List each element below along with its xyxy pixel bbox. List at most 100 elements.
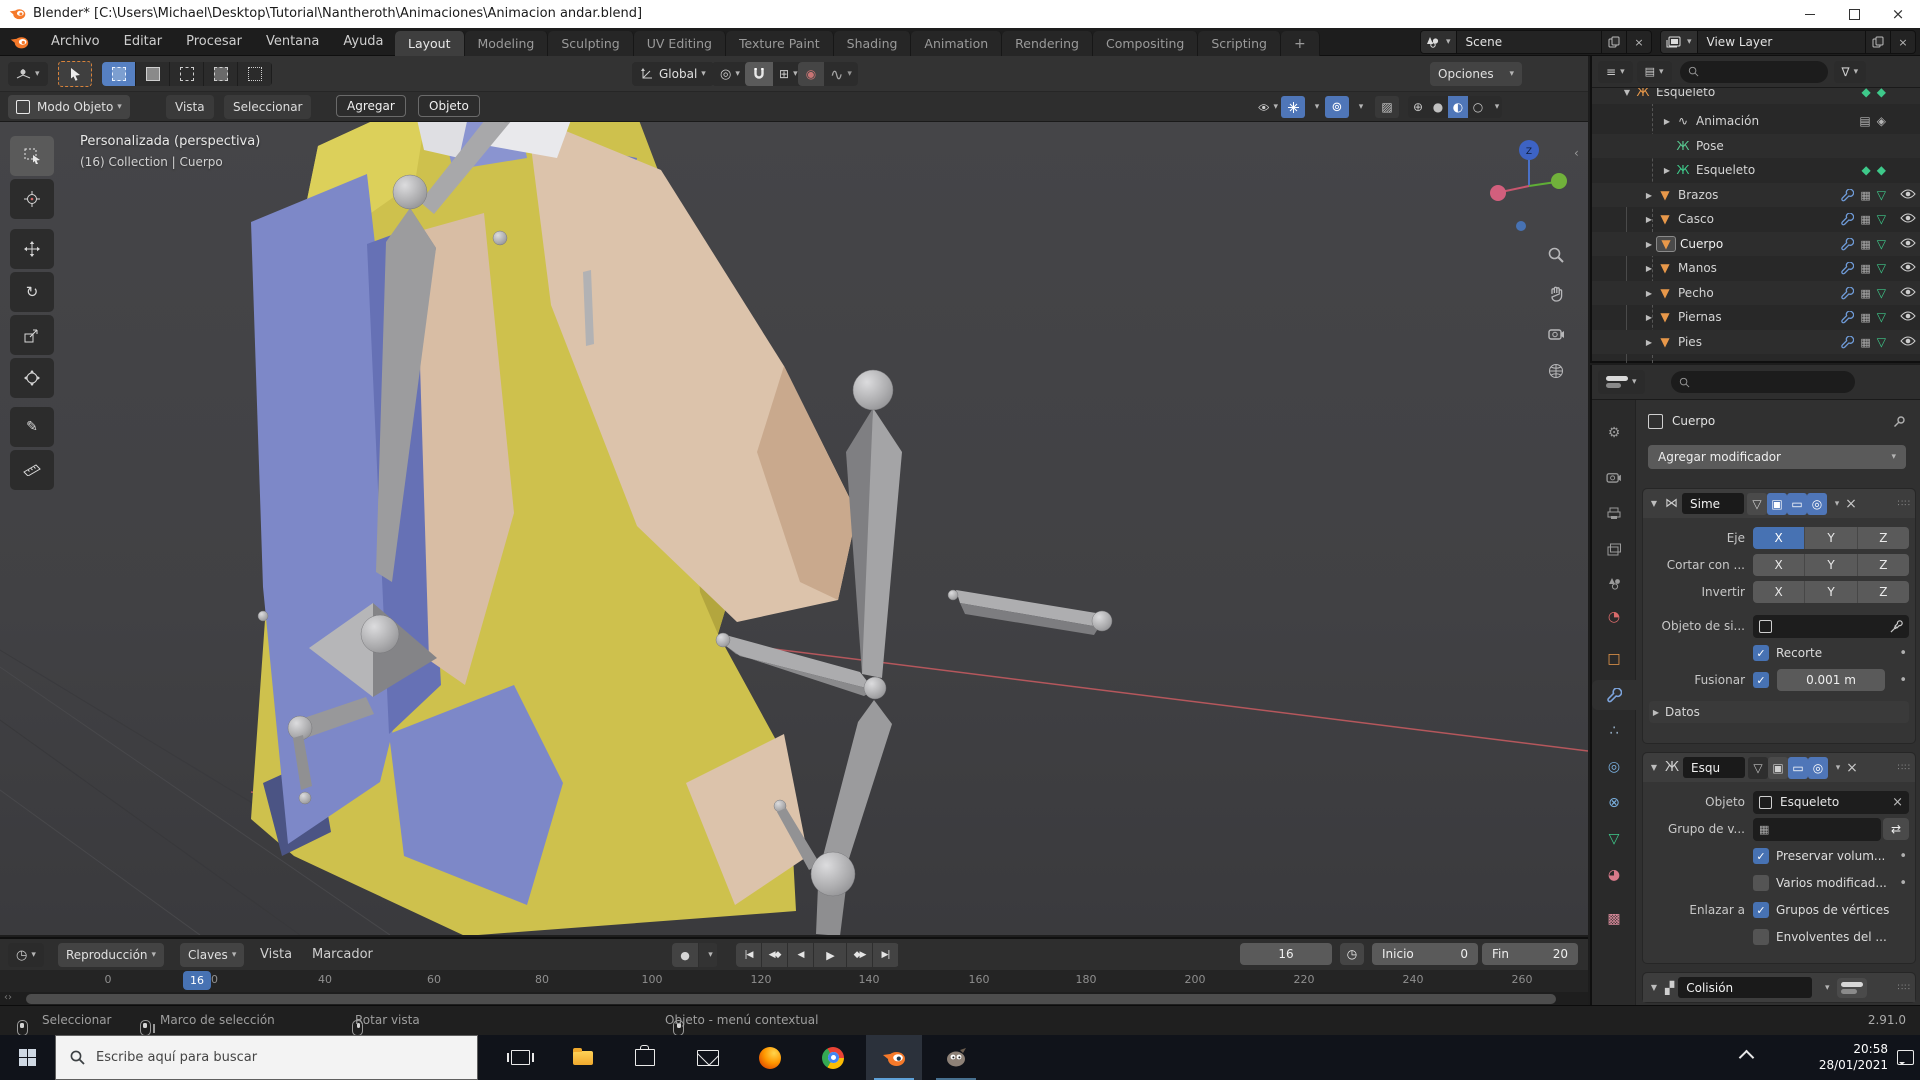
armature-extras-dropdown[interactable]: ▾ [1828, 757, 1844, 779]
outliner-row-piernas[interactable]: ▶ ▼ Piernas ▦ ▽ [1592, 305, 1920, 329]
menu-claves[interactable]: Claves▾ [180, 943, 244, 967]
armature-delete-icon[interactable]: × [1844, 757, 1860, 779]
mirror-delete-icon[interactable]: × [1843, 493, 1859, 515]
tab-animation[interactable]: Animation [911, 31, 1002, 56]
pan-hand-icon[interactable] [1541, 279, 1571, 309]
menu-agregar[interactable]: Agregar [336, 95, 406, 117]
task-view-button[interactable] [492, 1035, 548, 1080]
armature-name-field[interactable]: Esqu [1683, 757, 1745, 778]
xray-toggle[interactable]: ▨ [1375, 96, 1399, 118]
collision-toggles-icon[interactable] [1837, 978, 1867, 998]
tool-select-box[interactable] [10, 136, 54, 176]
file-explorer-button[interactable] [555, 1035, 611, 1080]
start-button[interactable] [0, 1035, 55, 1080]
tab-uv-editing[interactable]: UV Editing [634, 31, 726, 56]
tab-object-data[interactable]: ▽ [1592, 824, 1636, 854]
timeline-ruler[interactable]: 0 20 40 60 80 100 120 140 160 180 200 22… [0, 970, 1588, 992]
ortho-grid-icon[interactable] [1541, 356, 1571, 386]
current-frame-field[interactable]: 16 [1240, 943, 1332, 965]
zoom-icon[interactable] [1541, 240, 1571, 270]
flip-z-button[interactable]: Z [1858, 581, 1909, 603]
bisect-z-button[interactable]: Z [1858, 554, 1909, 576]
shading-rendered[interactable]: ○ [1468, 96, 1488, 118]
gizmos-dropdown[interactable]: ▾ [1308, 96, 1322, 118]
tab-object[interactable]: □ [1592, 644, 1636, 674]
menu-marcador[interactable]: Marcador [300, 941, 385, 967]
select-mode-extend[interactable] [136, 62, 170, 86]
menu-ayuda[interactable]: Ayuda [331, 28, 395, 56]
clear-object-icon[interactable]: × [1892, 795, 1903, 810]
scene-selector[interactable]: ▾ Scene × [1420, 30, 1652, 54]
tab-texture[interactable]: ▩ [1592, 904, 1636, 934]
select-mode-intersect[interactable] [238, 62, 272, 86]
mirror-extras-dropdown[interactable]: ▾ [1827, 493, 1843, 515]
eyedropper-icon[interactable] [1890, 620, 1903, 633]
maximize-button[interactable] [1832, 0, 1876, 28]
tray-expand-button[interactable] [1728, 1035, 1764, 1080]
tab-rendering[interactable]: Rendering [1002, 31, 1093, 56]
minimize-button[interactable] [1788, 0, 1832, 28]
tool-measure[interactable] [10, 450, 54, 490]
collision-dropdown[interactable]: ▾ [1816, 977, 1834, 999]
add-workspace-button[interactable]: + [1281, 31, 1320, 56]
proportional-falloff-dropdown[interactable]: ∿ ▾ [824, 62, 858, 86]
outliner-search-input[interactable] [1680, 61, 1828, 83]
firefox-button[interactable] [742, 1035, 798, 1080]
shading-material[interactable]: ◐ [1448, 96, 1468, 118]
tab-sculpting[interactable]: Sculpting [548, 31, 633, 56]
pin-icon[interactable] [1893, 415, 1906, 428]
taskbar-search-box[interactable]: Escribe aquí para buscar [55, 1035, 478, 1080]
record-dropdown[interactable]: ▾ [699, 943, 718, 967]
bisect-x-button[interactable]: X [1753, 554, 1805, 576]
tool-transform[interactable] [10, 358, 54, 398]
view-layer-remove-icon[interactable]: × [1890, 31, 1915, 53]
menu-reproduccion[interactable]: Reproducción▾ [58, 943, 164, 967]
merge-threshold-field[interactable]: 0.001 m [1777, 669, 1885, 691]
next-keyframe-button[interactable]: ◆▶ [847, 943, 873, 967]
menu-seleccionar[interactable]: Seleccionar [224, 95, 311, 119]
blender-menu-icon[interactable] [0, 34, 39, 50]
outliner-row-brazos[interactable]: ▶ ▼ Brazos ▦ ▽ [1592, 183, 1920, 207]
outliner-row-manos[interactable]: ▶ ▼ Manos ▦ ▽ [1592, 256, 1920, 280]
outliner-filter-dropdown[interactable]: ∇▾ [1834, 61, 1867, 83]
menu-vista-timeline[interactable]: Vista [248, 941, 304, 967]
tab-material[interactable]: ◕ [1592, 860, 1636, 890]
scene-icon[interactable]: ▾ [1421, 31, 1457, 53]
tool-rotate[interactable]: ↻ [10, 272, 54, 312]
tab-render[interactable] [1592, 462, 1636, 492]
outliner-row-armature-object[interactable]: ▼ Ж Esqueleto ◆◆ [1592, 88, 1920, 104]
tab-shading[interactable]: Shading [834, 31, 912, 56]
prev-keyframe-button[interactable]: ◀◆ [762, 943, 788, 967]
collision-name-field[interactable]: Colisión [1678, 977, 1812, 998]
viewport-canvas[interactable]: Z Personalizada (perspectiva) (16) Colle… [0, 122, 1588, 935]
armature-editmode-toggle[interactable]: ▣ [1768, 757, 1788, 779]
preserve-volume-checkbox[interactable]: ✓ [1753, 848, 1769, 864]
properties-editor-type[interactable]: ▾ [1598, 370, 1645, 394]
tab-world[interactable]: ◔ [1592, 602, 1636, 632]
play-reverse-button[interactable]: ◀ [788, 943, 814, 967]
outliner-row-cuerpo[interactable]: ▶ ▼ Cuerpo ▦ ▽ [1592, 232, 1920, 256]
outliner-filter-view-layer[interactable]: ▤▾ [1637, 61, 1672, 83]
p ivot-point-dropdown[interactable]: ◎ ▾ [712, 62, 748, 86]
outliner-row-casco[interactable]: ▶ ▼ Casco ▦ ▽ [1592, 207, 1920, 231]
snap-toggle[interactable] [745, 62, 773, 86]
tool-cursor[interactable] [10, 179, 54, 219]
axis-z-button[interactable]: Z [1858, 527, 1909, 549]
armature-object-field[interactable]: Esqueleto × [1753, 791, 1909, 814]
outliner-display-mode[interactable]: ≡▾ [1598, 61, 1633, 83]
mode-dropdown[interactable]: Modo Objeto▾ [8, 95, 130, 119]
armature-realtime-toggle[interactable]: ▭ [1788, 757, 1808, 779]
scene-unlink-icon[interactable]: × [1626, 31, 1651, 53]
eye-icon[interactable] [1900, 237, 1918, 251]
view-layer-copy-icon[interactable] [1865, 31, 1890, 53]
multi-modifier-checkbox[interactable] [1753, 875, 1769, 891]
gizmos-toggle[interactable] [1281, 96, 1305, 118]
tool-annotate[interactable]: ✎ [10, 407, 54, 447]
outliner-row-pies[interactable]: ▶ ▼ Pies ▦ ▽ [1592, 330, 1920, 354]
tab-particles[interactable]: ∴ [1592, 716, 1636, 746]
select-mode-subtract[interactable] [170, 62, 204, 86]
store-button[interactable] [617, 1035, 673, 1080]
tab-layout[interactable]: Layout [395, 31, 465, 56]
properties-search-input[interactable] [1671, 371, 1855, 393]
tab-modifiers[interactable] [1592, 680, 1636, 710]
